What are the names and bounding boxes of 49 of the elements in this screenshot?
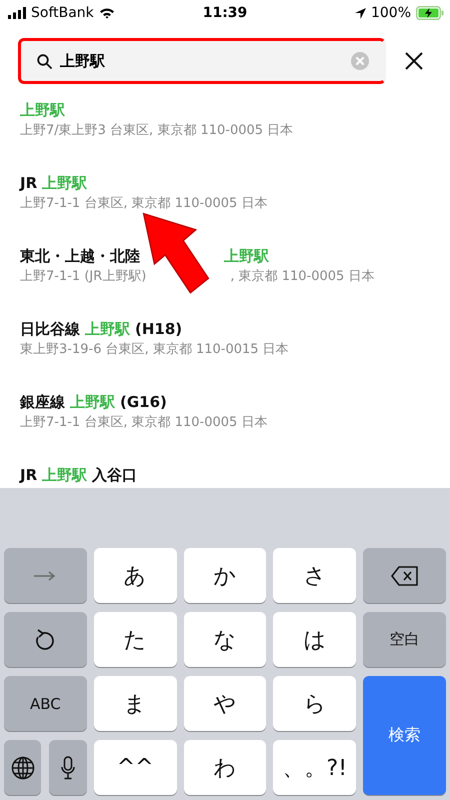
signal-icon bbox=[8, 7, 26, 19]
globe-icon bbox=[10, 756, 35, 780]
kana-key[interactable]: 、。?! bbox=[273, 740, 356, 795]
result-address: , 東京都 110-0005 日本 bbox=[230, 268, 374, 286]
kana-key[interactable]: あ bbox=[94, 548, 177, 603]
keyboard-key[interactable]: ABC bbox=[4, 676, 87, 731]
kana-key[interactable]: た bbox=[94, 612, 177, 667]
kana-key[interactable]: か bbox=[184, 548, 266, 603]
result-title[interactable]: JR bbox=[20, 465, 38, 485]
undo-icon bbox=[35, 628, 56, 650]
result-title[interactable]: 入谷口 bbox=[92, 465, 138, 485]
delete-key[interactable] bbox=[363, 548, 446, 603]
search-icon bbox=[37, 54, 52, 68]
result-address: 上野7-1-1 台東区, 東京都 110-0005 日本 bbox=[20, 195, 268, 213]
carrier-name: SoftBank bbox=[31, 5, 94, 21]
result-title[interactable]: (G16) bbox=[120, 392, 167, 412]
close-icon[interactable] bbox=[404, 51, 424, 71]
battery-percent: 100% bbox=[370, 5, 411, 21]
kana-key[interactable]: ^^ bbox=[94, 740, 177, 795]
result-title[interactable]: 日比谷線 bbox=[20, 319, 80, 339]
result-address: 上野7-1-1 (JR上野駅) bbox=[20, 268, 146, 286]
battery-charging-icon bbox=[416, 6, 444, 20]
result-address: 上野7-1-1 台東区, 東京都 110-0005 日本 bbox=[20, 414, 268, 432]
kana-key[interactable]: わ bbox=[184, 740, 266, 795]
right-arrow-icon bbox=[34, 570, 56, 580]
location-icon bbox=[354, 8, 366, 18]
result-title[interactable]: (H18) bbox=[135, 319, 182, 339]
result-address: 上野7/東上野3 台東区, 東京都 110-0005 日本 bbox=[20, 122, 294, 140]
result-title[interactable]: JR bbox=[20, 173, 38, 193]
search-key[interactable]: 検索 bbox=[363, 676, 446, 795]
kana-key[interactable]: な bbox=[184, 612, 266, 667]
result-title[interactable]: 銀座線 bbox=[20, 392, 65, 412]
globe-key[interactable] bbox=[4, 740, 42, 795]
keyboard-key[interactable]: 空白 bbox=[363, 612, 446, 667]
kana-key[interactable]: は bbox=[273, 612, 356, 667]
search-field[interactable]: 上野駅 bbox=[18, 38, 386, 84]
kana-key[interactable]: ら bbox=[273, 676, 356, 731]
result-title[interactable]: 東北・上越・北陸 bbox=[20, 246, 140, 266]
search-input[interactable]: 上野駅 bbox=[60, 52, 343, 70]
wifi-icon bbox=[98, 7, 115, 19]
kana-key[interactable]: ま bbox=[94, 676, 177, 731]
kana-key[interactable]: や bbox=[184, 676, 266, 731]
result-address: 東上野3-19-6 台東区, 東京都 110-0015 日本 bbox=[20, 341, 289, 359]
status-time: 11:39 bbox=[202, 5, 248, 21]
microphone-key[interactable] bbox=[49, 740, 87, 795]
microphone-icon bbox=[61, 756, 76, 780]
kana-key[interactable]: さ bbox=[273, 548, 356, 603]
undo-key[interactable] bbox=[4, 612, 87, 667]
backspace-icon bbox=[390, 566, 419, 586]
